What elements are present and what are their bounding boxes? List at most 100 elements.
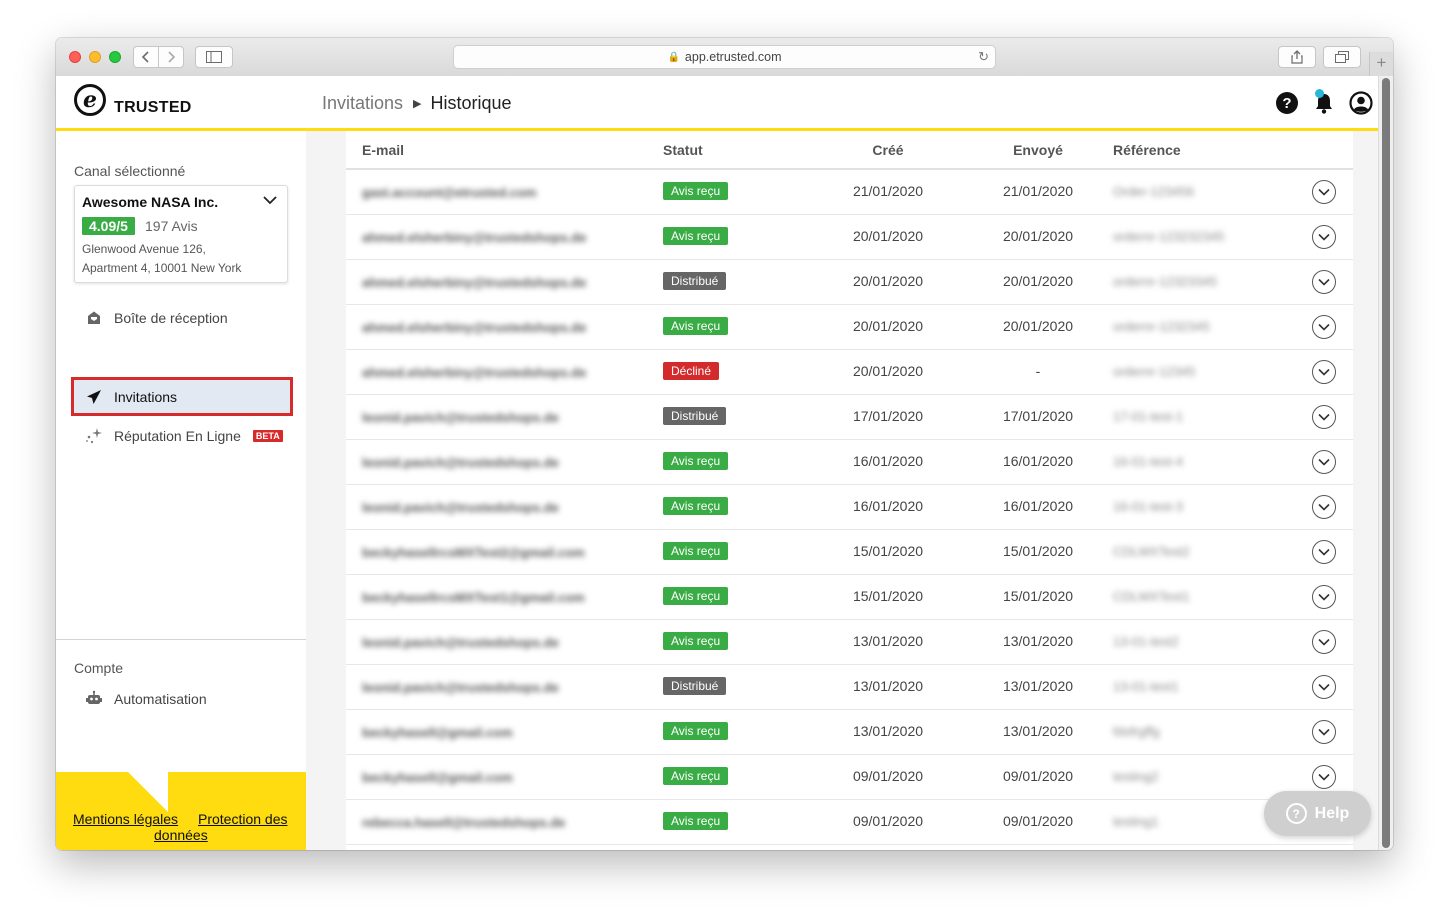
expand-row-button[interactable]	[1312, 315, 1336, 339]
sidebar: Canal sélectionné Awesome NASA Inc. 4.09…	[56, 131, 307, 850]
column-header-status[interactable]: Statut	[663, 131, 703, 169]
row-sent-date: 16/01/2020	[1002, 453, 1074, 469]
expand-row-button[interactable]	[1312, 720, 1336, 744]
etrusted-logo-mark[interactable]: e	[74, 84, 106, 116]
legal-notice-link[interactable]: Mentions légales	[73, 811, 178, 827]
row-sent-date: 20/01/2020	[1002, 273, 1074, 289]
scrollbar-thumb[interactable]	[1382, 78, 1390, 848]
channel-selector[interactable]: Awesome NASA Inc. 4.09/5 197 Avis Glenwo…	[74, 185, 288, 283]
chevron-down-icon	[1318, 188, 1330, 196]
reload-icon[interactable]: ↻	[978, 49, 989, 65]
table-row[interactable]: ahmed.elsherbiny@trustedshops.de Décliné 2…	[346, 350, 1353, 395]
minimize-window-button[interactable]	[89, 51, 101, 63]
status-badge: Avis reçu	[663, 452, 729, 470]
review-count: 197 Avis	[145, 218, 198, 234]
account-icon[interactable]	[1349, 91, 1373, 115]
help-icon[interactable]: ?	[1275, 91, 1299, 115]
expand-row-button[interactable]	[1312, 225, 1336, 249]
zoom-window-button[interactable]	[109, 51, 121, 63]
inbox-icon	[84, 308, 104, 328]
chevron-down-icon	[1318, 638, 1330, 646]
expand-row-button[interactable]	[1312, 765, 1336, 789]
sidebar-toggle-button[interactable]	[195, 46, 233, 68]
browser-toolbar: 🔒 app.etrusted.com ↻ +	[56, 38, 1393, 77]
forward-button[interactable]	[158, 46, 184, 68]
table-row[interactable]: beckyhasell@gmail.com Avis reçu 13/01/2020…	[346, 710, 1353, 755]
row-reference: ordernr-12345	[1113, 364, 1196, 379]
lock-icon: 🔒	[667, 51, 680, 63]
row-divider	[346, 844, 1353, 845]
sidebar-icon	[206, 51, 222, 63]
row-sent-date: 17/01/2020	[1002, 408, 1074, 424]
chevron-down-icon	[1318, 368, 1330, 376]
column-header-created[interactable]: Créé	[826, 131, 950, 169]
rating-score-badge: 4.09/5	[82, 217, 135, 235]
expand-row-button[interactable]	[1312, 405, 1336, 429]
expand-row-button[interactable]	[1312, 270, 1336, 294]
row-reference: 17-01-test-1	[1113, 409, 1184, 424]
table-row[interactable]: gast.account@etrusted.com Avis reçu 21/01/…	[346, 170, 1353, 215]
help-button[interactable]: ? Help	[1264, 791, 1371, 836]
row-created-date: 20/01/2020	[852, 228, 924, 244]
row-sent-date: 09/01/2020	[1002, 813, 1074, 829]
table-row[interactable]: beckyhasellrcsMXTest1@gmail.com Avis reçu…	[346, 575, 1353, 620]
row-sent-date: 13/01/2020	[1002, 678, 1074, 694]
row-reference: ordernr-12323345	[1113, 274, 1218, 289]
row-email: beckyhasellrcsMXTest2@gmail.com	[362, 545, 585, 560]
nav-item-invitations[interactable]: Invitations	[71, 377, 293, 416]
tabs-icon	[1335, 51, 1349, 63]
table-row[interactable]: leonid.pavich@trustedshops.de Distribué 17…	[346, 395, 1353, 440]
tabs-overview-button[interactable]	[1323, 46, 1361, 68]
status-badge: Distribué	[663, 407, 727, 425]
nav-item-reputation[interactable]: Réputation En Ligne BETA	[74, 419, 290, 453]
close-window-button[interactable]	[69, 51, 81, 63]
row-reference: 16-01-test-3	[1113, 499, 1184, 514]
sidebar-divider	[56, 639, 306, 640]
new-tab-button[interactable]: +	[1369, 52, 1393, 76]
table-row[interactable]: beckyhasellrcsMXTest2@gmail.com Avis reçu…	[346, 530, 1353, 575]
expand-row-button[interactable]	[1312, 540, 1336, 564]
nav-item-inbox[interactable]: Boîte de réception	[74, 301, 290, 335]
url-text: app.etrusted.com	[684, 50, 782, 64]
share-button[interactable]	[1278, 46, 1316, 68]
expand-row-button[interactable]	[1312, 585, 1336, 609]
row-created-date: 15/01/2020	[852, 588, 924, 604]
share-icon	[1291, 50, 1303, 64]
privacy-link-line1[interactable]: Protection des	[198, 811, 288, 827]
table-row[interactable]: ahmed.elsherbiny@trustedshops.de Distribu…	[346, 260, 1353, 305]
privacy-link-line2[interactable]: données	[154, 827, 208, 843]
expand-row-button[interactable]	[1312, 675, 1336, 699]
status-badge: Avis reçu	[663, 497, 729, 515]
table-row[interactable]: ahmed.elsherbiny@trustedshops.de Avis reç…	[346, 215, 1353, 260]
page-scrollbar[interactable]	[1378, 76, 1393, 850]
notification-badge	[1315, 89, 1324, 98]
row-reference: testing2	[1113, 769, 1159, 784]
nav-label: Réputation En Ligne	[114, 428, 241, 444]
channel-label: Canal sélectionné	[74, 163, 186, 179]
table-row[interactable]: rebecca.hasell@trustedshops.de Avis reçu 0…	[346, 800, 1353, 845]
status-badge: Avis reçu	[663, 182, 729, 200]
column-header-sent[interactable]: Envoyé	[976, 131, 1100, 169]
expand-row-button[interactable]	[1312, 630, 1336, 654]
breadcrumb-parent[interactable]: Invitations	[322, 93, 403, 114]
table-row[interactable]: leonid.pavich@trustedshops.de Avis reçu 16…	[346, 440, 1353, 485]
expand-row-button[interactable]	[1312, 450, 1336, 474]
column-header-email[interactable]: E-mail	[362, 131, 404, 169]
row-email: leonid.pavich@trustedshops.de	[362, 410, 559, 425]
table-row[interactable]: ahmed.elsherbiny@trustedshops.de Avis reç…	[346, 305, 1353, 350]
address-bar[interactable]: 🔒 app.etrusted.com ↻	[453, 45, 996, 69]
column-header-reference[interactable]: Référence	[1113, 131, 1181, 169]
row-email: ahmed.elsherbiny@trustedshops.de	[362, 320, 587, 335]
back-button[interactable]	[133, 46, 159, 68]
row-sent-date: 09/01/2020	[1002, 768, 1074, 784]
expand-row-button[interactable]	[1312, 180, 1336, 204]
table-row[interactable]: beckyhasell@gmail.com Avis reçu 09/01/2020…	[346, 755, 1353, 800]
expand-row-button[interactable]	[1312, 360, 1336, 384]
table-row[interactable]: leonid.pavich@trustedshops.de Distribué 13…	[346, 665, 1353, 710]
row-reference: 13-01-test1	[1113, 679, 1179, 694]
table-row[interactable]: leonid.pavich@trustedshops.de Avis reçu 16…	[346, 485, 1353, 530]
row-created-date: 09/01/2020	[852, 768, 924, 784]
expand-row-button[interactable]	[1312, 495, 1336, 519]
table-row[interactable]: leonid.pavich@trustedshops.de Avis reçu 13…	[346, 620, 1353, 665]
nav-item-automation[interactable]: Automatisation	[74, 682, 290, 716]
